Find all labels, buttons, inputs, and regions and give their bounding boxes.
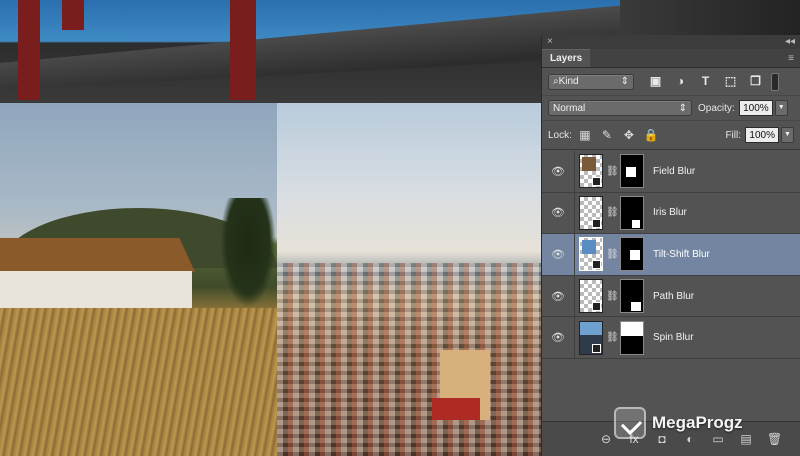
smart-object-icon [592,343,601,353]
photo-barn-roof [0,238,195,272]
eye-icon[interactable]: 👁 [542,192,575,234]
eye-icon[interactable]: 👁 [542,151,575,192]
layer-name: Field Blur [653,165,696,177]
filter-kind-label: ⌕Kind [553,76,579,87]
chain-link-icon[interactable]: ⛓ [606,166,619,177]
layer-mask-thumbnail[interactable] [620,320,644,355]
collapse-icon[interactable]: ◂◂ [785,37,795,47]
layer-spin-blur[interactable]: 👁 ⛓ Spin Blur [542,317,800,359]
layer-name: Tilt-Shift Blur [653,248,710,260]
photo-city-blocks [277,263,542,456]
eye-icon[interactable]: 👁 [542,275,575,317]
layer-mask-thumbnail[interactable] [620,279,644,314]
adjustment-filter-icon[interactable]: ◑ [673,74,688,89]
photo-city [277,103,542,456]
fill-dropdown-icon[interactable]: ▼ [781,127,794,143]
filter-toggle[interactable] [771,72,779,91]
lock-all-icon[interactable]: 🔒 [644,128,659,142]
bridge-beam [62,0,84,30]
layer-mask-thumbnail[interactable] [620,237,644,272]
close-icon[interactable]: × [547,37,553,47]
layer-thumbnail [579,154,603,189]
layer-name: Path Blur [653,290,695,302]
layer-field-blur[interactable]: 👁 ⛓ Field Blur [542,151,800,193]
layer-path-blur[interactable]: 👁 ⛓ Path Blur [542,275,800,318]
layer-thumbnail [579,320,603,355]
opacity-field[interactable]: 100% [738,100,773,116]
smart-object-icon [592,260,601,270]
lock-position-icon[interactable]: ✥ [622,128,636,142]
filter-kind-select[interactable]: ⌕Kind ⇕ [548,73,634,90]
filter-row: ⌕Kind ⇕ ▣ ◑ T ⬚ ❐ [542,68,800,96]
filter-icons: ▣ ◑ T ⬚ ❐ [648,74,763,89]
bridge-beam [18,0,40,100]
layer-thumbnail [579,279,603,314]
layer-mask-thumbnail[interactable] [620,195,644,230]
layers-panel: × ◂◂ Layers ≡ ⌕Kind ⇕ ▣ ◑ T ⬚ ❐ Normal ⇕ Opa… [541,35,800,456]
bridge-beam [230,0,256,100]
smart-object-filter-icon[interactable]: ❐ [748,74,763,89]
watermark-logo-icon [614,407,646,439]
photo-grass [0,308,277,456]
chain-link-icon[interactable]: ⛓ [606,207,619,218]
layer-thumbnail [579,195,603,230]
layer-name: Iris Blur [653,207,687,219]
blend-mode-label: Normal [553,102,586,114]
blend-mode-select[interactable]: Normal ⇕ [548,100,692,116]
chain-link-icon[interactable]: ⛓ [606,249,619,260]
panel-topbar: × ◂◂ [542,35,800,49]
layer-name: Spin Blur [653,332,694,344]
shape-filter-icon[interactable]: ⬚ [723,74,738,89]
eye-icon[interactable]: 👁 [542,317,575,358]
tab-layers[interactable]: Layers [542,49,591,67]
layers-list: 👁 ⛓ Field Blur 👁 ⛓ Iris Blur 👁 ⛓ Tilt-Sh… [542,151,800,359]
lock-row: Lock: ▦ ✎ ✥ 🔒 Fill: 100% ▼ [542,121,800,150]
layer-thumbnail [579,237,603,272]
watermark: MegaProgz [614,403,794,443]
opacity-dropdown-icon[interactable]: ▼ [774,100,788,116]
layer-tilt-shift-blur[interactable]: 👁 ⛓ Tilt-Shift Blur [542,234,800,276]
fill-label: Fill: [725,129,741,141]
chain-link-icon[interactable]: ⛓ [606,291,619,302]
photo-red-building [432,398,480,420]
type-filter-icon[interactable]: T [698,74,713,89]
smart-object-icon [592,218,601,228]
photo-field [0,103,277,456]
chevron-updown-icon: ⇕ [678,102,687,114]
lock-icons: ▦ ✎ ✥ 🔒 [578,128,659,142]
blend-row: Normal ⇕ Opacity: 100% ▼ [542,96,800,121]
lock-label: Lock: [548,129,572,141]
opacity-label: Opacity: [698,102,735,114]
link-layers-icon[interactable]: ⊖ [599,432,613,446]
chevron-updown-icon: ⇕ [620,76,629,87]
image-filter-icon[interactable]: ▣ [648,74,663,89]
fill-field[interactable]: 100% [745,127,779,143]
chain-link-icon[interactable]: ⛓ [606,332,619,343]
lock-paint-icon[interactable]: ✎ [600,128,614,142]
layer-mask-thumbnail[interactable] [620,154,644,189]
photo-tree [220,198,276,308]
smart-object-icon [592,302,601,312]
watermark-text: MegaProgz [652,413,743,432]
tab-row: Layers ≡ [542,49,800,68]
lock-transparent-icon[interactable]: ▦ [578,128,592,142]
panel-menu-icon[interactable]: ≡ [788,51,794,67]
layer-iris-blur[interactable]: 👁 ⛓ Iris Blur [542,192,800,235]
smart-object-icon [592,177,601,187]
eye-icon[interactable]: 👁 [542,234,575,275]
